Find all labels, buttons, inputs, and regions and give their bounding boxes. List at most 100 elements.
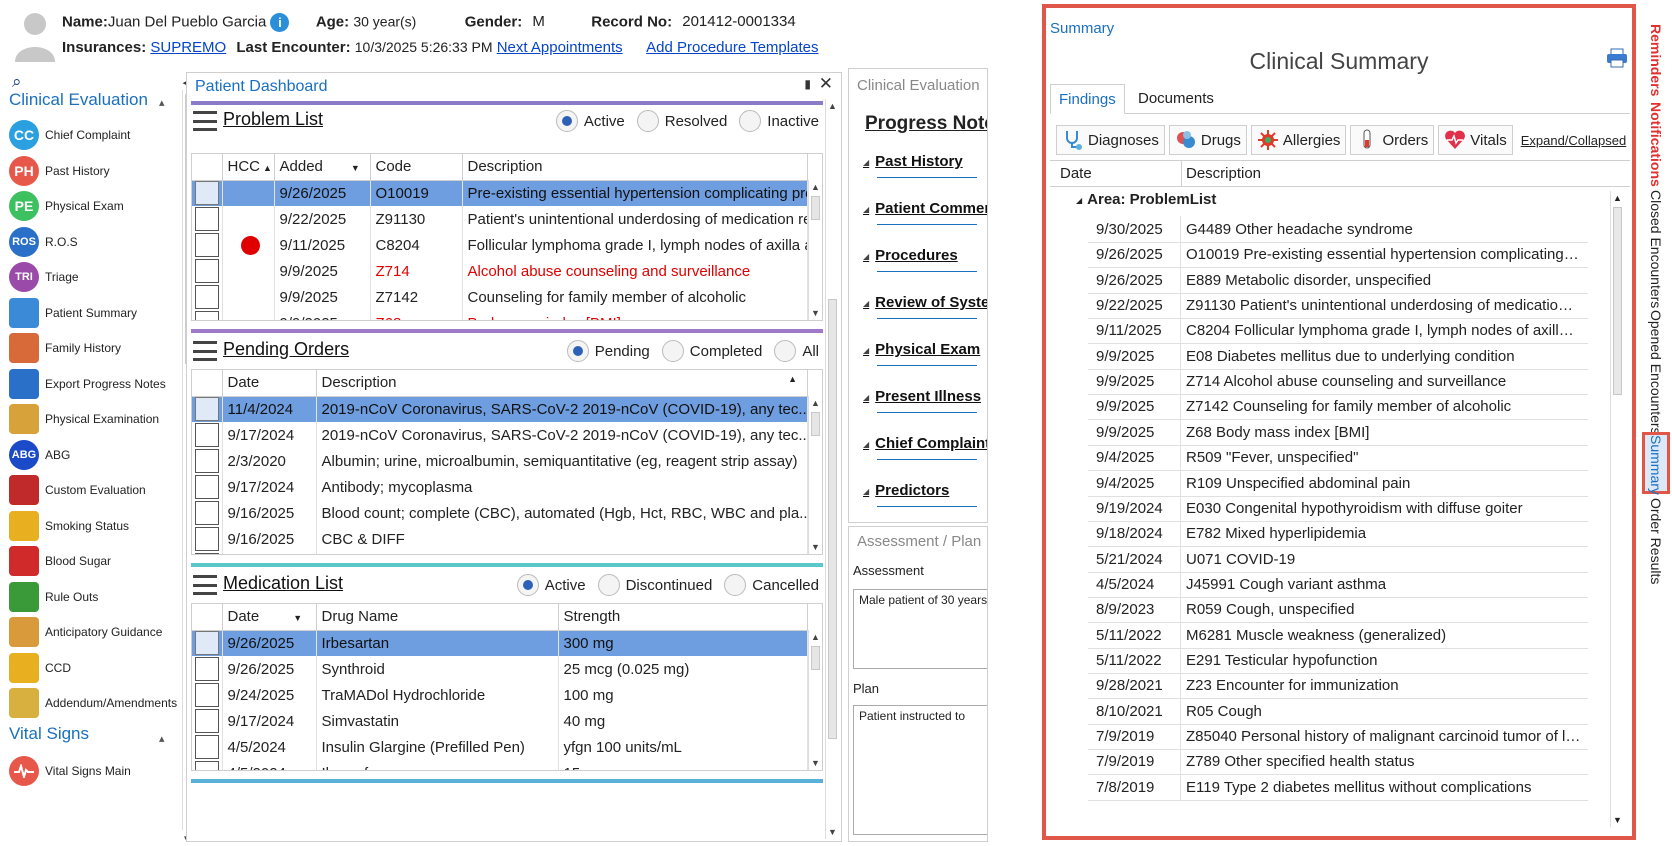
nav-item-family-history[interactable]: Family History — [9, 331, 179, 365]
menu-icon[interactable] — [193, 575, 217, 595]
row-checkbox[interactable] — [195, 501, 219, 525]
next-appointments-link[interactable]: Next Appointments — [497, 39, 623, 56]
column-header[interactable]: Drug Name — [316, 604, 559, 631]
column-header[interactable] — [192, 154, 223, 181]
column-header[interactable] — [192, 604, 223, 631]
cev-section-review-of-systems[interactable]: Review of Systems — [863, 294, 987, 311]
filter-radio-pending[interactable]: Pending — [566, 340, 650, 362]
row-checkbox[interactable] — [195, 527, 219, 551]
cev-section-physical-exam[interactable]: Physical Exam — [863, 341, 980, 358]
radio-button[interactable] — [661, 340, 684, 362]
summary-row[interactable]: 7/9/2019 Z85040 Personal history of malig… — [1088, 723, 1588, 750]
table-row[interactable]: 9/9/2025Z68Body mass index [BMI] — [192, 310, 808, 320]
nav-item-chief-complaint[interactable]: CC Chief Complaint — [9, 118, 179, 152]
summary-row[interactable]: 9/9/2025 Z7142 Counseling for family memb… — [1088, 393, 1588, 421]
summary-scrollbar[interactable]: ▲ ▼ — [1610, 191, 1624, 827]
row-checkbox[interactable] — [195, 233, 219, 257]
summary-row[interactable]: 9/18/2024 E782 Mixed hyperlipidemia — [1088, 520, 1588, 548]
radio-button[interactable] — [636, 110, 659, 132]
radio-button[interactable] — [774, 340, 797, 362]
radio-button[interactable] — [597, 574, 620, 596]
column-header[interactable]: HCC ▲ — [222, 154, 275, 181]
summary-row[interactable]: 9/22/2025 Z91130 Patient's unintentional … — [1088, 292, 1588, 320]
row-checkbox[interactable] — [195, 553, 219, 554]
pending-orders-scrollbar[interactable]: ▲ ▼ — [808, 396, 822, 554]
summary-row[interactable]: 9/26/2025 E889 Metabolic disorder, unspec… — [1088, 266, 1588, 294]
row-checkbox[interactable] — [195, 709, 219, 733]
summary-row[interactable]: 8/9/2023 R059 Cough, unspecified — [1088, 596, 1588, 624]
area-group-header[interactable]: Area: ProblemList — [1076, 191, 1216, 208]
add-procedure-templates-link[interactable]: Add Procedure Templates — [646, 39, 818, 56]
table-row[interactable]: 9/17/2024 2019-nCoV Coronavirus, SARS-CoV… — [192, 422, 808, 448]
row-checkbox[interactable] — [195, 761, 219, 770]
assessment-textarea[interactable]: Male patient of 30 years — [853, 589, 987, 669]
summary-row[interactable]: 9/19/2024 E030 Congenital hypothyroidism … — [1088, 494, 1588, 522]
summary-row[interactable]: 8/10/2021 R05 Cough — [1088, 697, 1588, 725]
summary-row[interactable]: 9/9/2025 E08 Diabetes mellitus due to und… — [1088, 342, 1588, 370]
nav-item-custom-evaluation[interactable]: Custom Evaluation — [9, 473, 179, 507]
row-checkbox[interactable] — [195, 475, 219, 499]
nav-item-physical-examination[interactable]: Physical Examination — [9, 402, 179, 436]
column-header[interactable]: Description ▲ — [316, 370, 808, 397]
date-column-header[interactable]: Date — [1060, 165, 1092, 182]
column-header[interactable] — [192, 370, 223, 397]
allergies-filter-button[interactable]: Allergies — [1250, 125, 1347, 155]
filter-radio-resolved[interactable]: Resolved — [636, 110, 727, 132]
description-column-header[interactable]: Description — [1186, 165, 1261, 182]
summary-row[interactable]: 5/21/2024 U071 COVID-19 — [1088, 545, 1588, 573]
nav-item-blood-sugar[interactable]: Blood Sugar — [9, 544, 179, 578]
summary-row[interactable]: 9/4/2025 R109 Unspecified abdominal pain — [1088, 469, 1588, 497]
search-icon[interactable]: ⌕ — [12, 72, 22, 92]
filter-radio-active[interactable]: Active — [516, 574, 586, 596]
nav-item-anticipatory-guidance[interactable]: Anticipatory Guidance — [9, 615, 179, 649]
column-header[interactable]: Date ▼ — [222, 604, 317, 631]
row-checkbox[interactable] — [195, 311, 219, 320]
side-tab-notifications[interactable]: Notifications — [1642, 102, 1670, 187]
side-tab-reminders[interactable]: Reminders — [1642, 24, 1670, 100]
cev-section-predictors[interactable]: Predictors — [863, 482, 949, 499]
table-row[interactable]: 9/26/2025 O10019 Pre-existing essential hy… — [192, 180, 808, 206]
side-tab-order-results[interactable]: Order Results — [1642, 498, 1670, 584]
nav-item-rule-outs[interactable]: Rule Outs — [9, 580, 179, 614]
cev-section-past-history[interactable]: Past History — [863, 153, 963, 170]
filter-radio-discontinued[interactable]: Discontinued — [597, 574, 712, 596]
progress-notes-title[interactable]: Progress Notes — [865, 113, 987, 135]
summary-row[interactable]: 9/9/2025 Z714 Alcohol abuse counseling an… — [1088, 368, 1588, 396]
nav-item-ccd[interactable]: CCD — [9, 651, 179, 685]
nav-item-abg[interactable]: ABG ABG — [9, 438, 179, 472]
tab-documents[interactable]: Documents — [1130, 84, 1222, 114]
filter-radio-active[interactable]: Active — [555, 110, 625, 132]
summary-row[interactable]: 9/30/2025 G4489 Other headache syndrome — [1088, 216, 1588, 243]
side-tab-summary[interactable]: Summary — [1642, 432, 1670, 495]
filter-radio-cancelled[interactable]: Cancelled — [724, 574, 819, 596]
row-checkbox[interactable] — [195, 423, 219, 447]
summary-row[interactable]: 7/8/2019 E119 Type 2 diabetes mellitus wi… — [1088, 773, 1588, 801]
nav-item-past-history[interactable]: PH Past History — [9, 154, 179, 188]
cev-section-patient-comments[interactable]: Patient Comments — [863, 200, 987, 217]
medication-list-scrollbar[interactable]: ▲ ▼ — [808, 630, 822, 770]
row-checkbox[interactable] — [195, 397, 219, 422]
insurance-link[interactable]: SUPREMO — [150, 39, 226, 56]
row-checkbox[interactable] — [195, 631, 219, 656]
plan-textarea[interactable]: Patient instructed to — [853, 705, 987, 835]
info-icon[interactable]: i — [270, 13, 290, 32]
nav-item-smoking-status[interactable]: Smoking Status — [9, 509, 179, 543]
table-row[interactable]: 4/5/2024 Insulin Glargine (Prefilled Pen)… — [192, 734, 808, 760]
side-tab-closed-encounters[interactable]: Closed Encounters — [1642, 190, 1670, 308]
table-row[interactable]: 9/16/2025 — [192, 552, 808, 554]
summary-row[interactable]: 9/11/2025 C8204 Follicular lymphoma grade… — [1088, 317, 1588, 345]
collapse-vital-section-icon[interactable]: ▴ — [159, 732, 165, 745]
table-row[interactable]: 9/9/2025 Z714 Alcohol abuse counseling and… — [192, 258, 808, 284]
collapse-section-icon[interactable]: ▴ — [159, 96, 165, 109]
table-row[interactable]: 9/26/2025 Irbesartan 300 mg — [192, 630, 808, 656]
medication-list-title[interactable]: Medication List — [223, 573, 343, 594]
summary-row[interactable]: 9/28/2021 Z23 Encounter for immunization — [1088, 672, 1588, 700]
tab-findings[interactable]: Findings — [1050, 84, 1125, 114]
table-row[interactable]: 4/5/2024Ibuprofen15 — [192, 760, 808, 770]
filter-radio-inactive[interactable]: Inactive — [739, 110, 819, 132]
problem-list-title[interactable]: Problem List — [223, 109, 323, 130]
row-checkbox[interactable] — [195, 207, 219, 231]
column-header[interactable]: Code — [370, 154, 463, 181]
column-header[interactable]: Added ▼ — [274, 154, 371, 181]
drugs-filter-button[interactable]: Drugs — [1168, 125, 1247, 155]
